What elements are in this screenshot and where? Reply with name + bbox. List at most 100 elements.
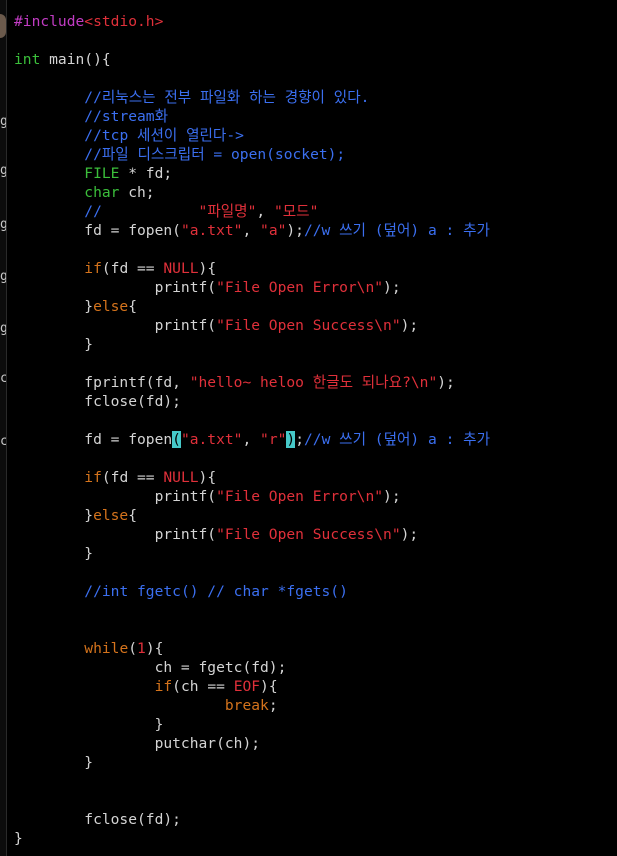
code-line[interactable]: //파일 디스크립터 = open(socket); <box>14 145 345 164</box>
code-token: "a.txt" <box>180 222 243 239</box>
code-line[interactable]: } <box>14 753 93 772</box>
code-line[interactable]: }else{ <box>14 297 137 316</box>
code-token: fclose(fd); <box>14 393 181 410</box>
code-line[interactable]: printf("File Open Success\n"); <box>14 316 419 335</box>
code-token: fd = fopen <box>14 431 173 448</box>
code-token: ; <box>268 697 278 714</box>
code-token: ); <box>286 222 304 239</box>
code-token: , <box>256 203 274 220</box>
code-token: //w 쓰기 (덮어) a : 추가 <box>303 222 490 239</box>
code-line[interactable]: char ch; <box>14 183 155 202</box>
code-line[interactable]: if(fd == NULL){ <box>14 259 216 278</box>
code-line[interactable]: while(1){ <box>14 639 163 658</box>
code-line[interactable]: } <box>14 715 164 734</box>
code-token: } <box>14 830 23 847</box>
code-token: //stream화 <box>84 108 169 125</box>
code-line[interactable]: } <box>14 544 93 563</box>
code-line[interactable]: fprintf(fd, "hello~ heloo 한글도 되나요?\n"); <box>14 373 455 392</box>
code-token: fprintf(fd, <box>14 374 190 391</box>
code-token: } <box>14 716 164 733</box>
code-token: "파일명" <box>198 203 257 220</box>
code-token: while <box>84 640 129 657</box>
code-token: //int fgetc() // char *fgets() <box>84 583 348 600</box>
code-line[interactable]: FILE * fd; <box>14 164 172 183</box>
code-token: if <box>154 678 173 695</box>
code-token: "a" <box>260 222 287 239</box>
code-line[interactable]: putchar(ch); <box>14 734 260 753</box>
code-line[interactable]: //stream화 <box>14 107 168 126</box>
code-token: ); <box>437 374 455 391</box>
code-token: "File Open Success\n" <box>216 526 401 543</box>
code-token: NULL <box>163 260 199 277</box>
code-token: { <box>128 507 138 524</box>
code-line[interactable]: } <box>14 335 93 354</box>
code-line[interactable]: break; <box>14 696 278 715</box>
code-editor[interactable]: #include<stdio.h> int main(){ //리눅스는 전부 파… <box>7 0 617 856</box>
code-token: } <box>14 754 94 771</box>
code-line[interactable]: printf("File Open Error\n"); <box>14 278 401 297</box>
code-line[interactable]: fclose(fd); <box>14 392 181 411</box>
code-token: ch; <box>119 184 155 201</box>
code-token: if <box>84 260 102 277</box>
code-line[interactable]: fd = fopen("a.txt", "r");//w 쓰기 (덮어) a :… <box>14 430 490 449</box>
code-token: printf( <box>14 488 217 505</box>
code-token: printf( <box>14 317 217 334</box>
code-token: "r" <box>260 431 287 448</box>
code-token: } <box>14 336 94 353</box>
code-token: if <box>84 469 102 486</box>
code-token: putchar(ch); <box>14 735 261 752</box>
code-token: * fd; <box>119 165 173 182</box>
code-token: // <box>84 203 102 220</box>
code-line[interactable]: //int fgetc() // char *fgets() <box>14 582 348 601</box>
code-token: ; <box>295 431 304 448</box>
code-line[interactable]: fclose(fd); <box>14 810 181 829</box>
code-token: ); <box>383 488 401 505</box>
code-token: , <box>242 431 261 448</box>
code-line[interactable]: fd = fopen("a.txt", "a");//w 쓰기 (덮어) a :… <box>14 221 490 240</box>
code-token: ); <box>383 279 401 296</box>
code-line[interactable]: ch = fgetc(fd); <box>14 658 287 677</box>
code-token: <stdio.h> <box>84 13 164 30</box>
code-token: //tcp 세션이 열린다-> <box>84 127 244 144</box>
code-token: EOF <box>233 678 261 695</box>
code-token: ); <box>400 526 419 543</box>
code-token: ch = fgetc(fd); <box>14 659 287 676</box>
code-line[interactable]: int main(){ <box>14 50 111 69</box>
code-token: NULL <box>163 469 199 486</box>
code-token: FILE <box>84 165 120 182</box>
code-token: //w 쓰기 (덮어) a : 추가 <box>304 431 490 448</box>
code-token: ( <box>128 640 138 657</box>
code-line[interactable]: #include<stdio.h> <box>14 12 163 31</box>
code-token: ){ <box>145 640 164 657</box>
code-line[interactable]: printf("File Open Success\n"); <box>14 525 419 544</box>
code-line[interactable]: //리눅스는 전부 파일화 하는 경향이 있다. <box>14 88 369 107</box>
code-line[interactable]: } <box>14 829 23 848</box>
matched-bracket-highlight: ( <box>172 431 181 448</box>
code-token: int <box>14 51 41 68</box>
code-line[interactable]: }else{ <box>14 506 137 525</box>
code-line[interactable]: //tcp 세션이 열린다-> <box>14 126 244 145</box>
code-line[interactable]: printf("File Open Error\n"); <box>14 487 401 506</box>
code-line[interactable]: if(fd == NULL){ <box>14 468 216 487</box>
code-token: "File Open Error\n" <box>216 279 384 296</box>
code-token: "a.txt" <box>180 431 243 448</box>
code-line[interactable]: // "파일명", "모드" <box>14 202 318 221</box>
code-token: } <box>14 507 94 524</box>
code-token: (fd == <box>101 469 164 486</box>
matched-bracket-highlight: ) <box>286 431 296 448</box>
code-line[interactable]: if(ch == EOF){ <box>14 677 278 696</box>
code-token: ){ <box>198 469 217 486</box>
code-token: } <box>14 545 94 562</box>
code-token: { <box>128 298 138 315</box>
code-token: ){ <box>198 260 217 277</box>
